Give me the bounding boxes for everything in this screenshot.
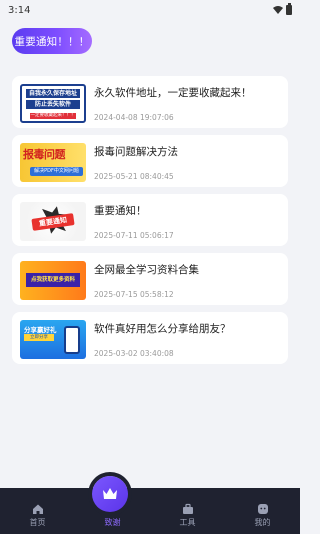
thanks-tab-button[interactable] <box>92 476 128 512</box>
wifi-icon <box>273 6 283 14</box>
bottom-navigation: 首页 致谢 工具 我的 <box>0 488 300 534</box>
thumbnail-text: 点我获取更多资料 <box>26 273 80 287</box>
notice-button-label: 重要通知！！！ <box>14 35 90 48</box>
home-icon <box>32 504 43 514</box>
article-date: 2024-04-08 19:07:06 <box>94 113 174 122</box>
nav-item-thanks[interactable]: 致谢 <box>83 515 143 528</box>
nav-label: 我的 <box>254 518 271 527</box>
article-card[interactable]: 自我永久保存地址 防止丢失软件 一定要收藏起来！！！ 永久软件地址，一定要收藏起… <box>12 76 288 128</box>
phone-icon <box>64 326 80 354</box>
article-thumbnail: 重要通知 <box>20 202 86 241</box>
article-thumbnail: 自我永久保存地址 防止丢失软件 一定要收藏起来！！！ <box>20 84 86 123</box>
nav-item-profile[interactable]: 我的 <box>233 503 293 528</box>
article-date: 2025-05-21 08:40:45 <box>94 172 174 181</box>
nav-label: 致谢 <box>104 518 121 527</box>
profile-icon <box>257 504 268 514</box>
nav-item-home[interactable]: 首页 <box>8 503 68 528</box>
article-title: 软件真好用怎么分享给朋友？ <box>94 323 231 335</box>
article-title: 永久软件地址，一定要收藏起来！ <box>94 87 252 99</box>
article-date: 2025-03-02 03:40:08 <box>94 349 174 358</box>
article-card[interactable]: 报毒问题 解决PDF中文网问题 报毒问题解决方法 2025-05-21 08:4… <box>12 135 288 187</box>
article-card[interactable]: 分享赢好礼 立即分享 软件真好用怎么分享给朋友？ 2025-03-02 03:4… <box>12 312 288 364</box>
nav-item-tools[interactable]: 工具 <box>158 503 218 528</box>
tools-icon <box>182 503 193 514</box>
article-date: 2025-07-15 05:58:12 <box>94 290 174 299</box>
article-title: 报毒问题解决方法 <box>94 146 178 158</box>
nav-label: 首页 <box>29 518 46 527</box>
status-time: 3:14 <box>8 4 31 16</box>
article-list: 自我永久保存地址 防止丢失软件 一定要收藏起来！！！ 永久软件地址，一定要收藏起… <box>12 76 288 371</box>
article-date: 2025-07-11 05:06:17 <box>94 231 174 240</box>
article-title: 全网最全学习资料合集 <box>94 264 199 276</box>
crown-icon <box>103 488 117 499</box>
article-card[interactable]: 点我获取更多资料 全网最全学习资料合集 2025-07-15 05:58:12 <box>12 253 288 305</box>
thumbnail-text: 报毒问题 <box>23 148 66 161</box>
thumbnail-text: 立即分享 <box>24 334 54 341</box>
nav-label: 工具 <box>179 518 196 527</box>
thumbnail-text: 分享赢好礼 <box>24 326 57 334</box>
important-notice-button[interactable]: 重要通知！！！ <box>12 28 92 54</box>
status-icons <box>273 3 292 15</box>
thumbnail-text: 自我永久保存地址 <box>26 89 80 98</box>
article-title: 重要通知！ <box>94 205 147 217</box>
article-thumbnail: 报毒问题 解决PDF中文网问题 <box>20 143 86 182</box>
article-thumbnail: 点我获取更多资料 <box>20 261 86 300</box>
status-bar: 3:14 <box>0 0 300 20</box>
article-card[interactable]: 重要通知 重要通知！ 2025-07-11 05:06:17 <box>12 194 288 246</box>
thumbnail-text: 防止丢失软件 <box>26 100 80 109</box>
thumbnail-text: 解决PDF中文网问题 <box>30 167 83 176</box>
thumbnail-text: 一定要收藏起来！！！ <box>30 113 76 119</box>
battery-icon <box>286 3 292 15</box>
article-thumbnail: 分享赢好礼 立即分享 <box>20 320 86 359</box>
